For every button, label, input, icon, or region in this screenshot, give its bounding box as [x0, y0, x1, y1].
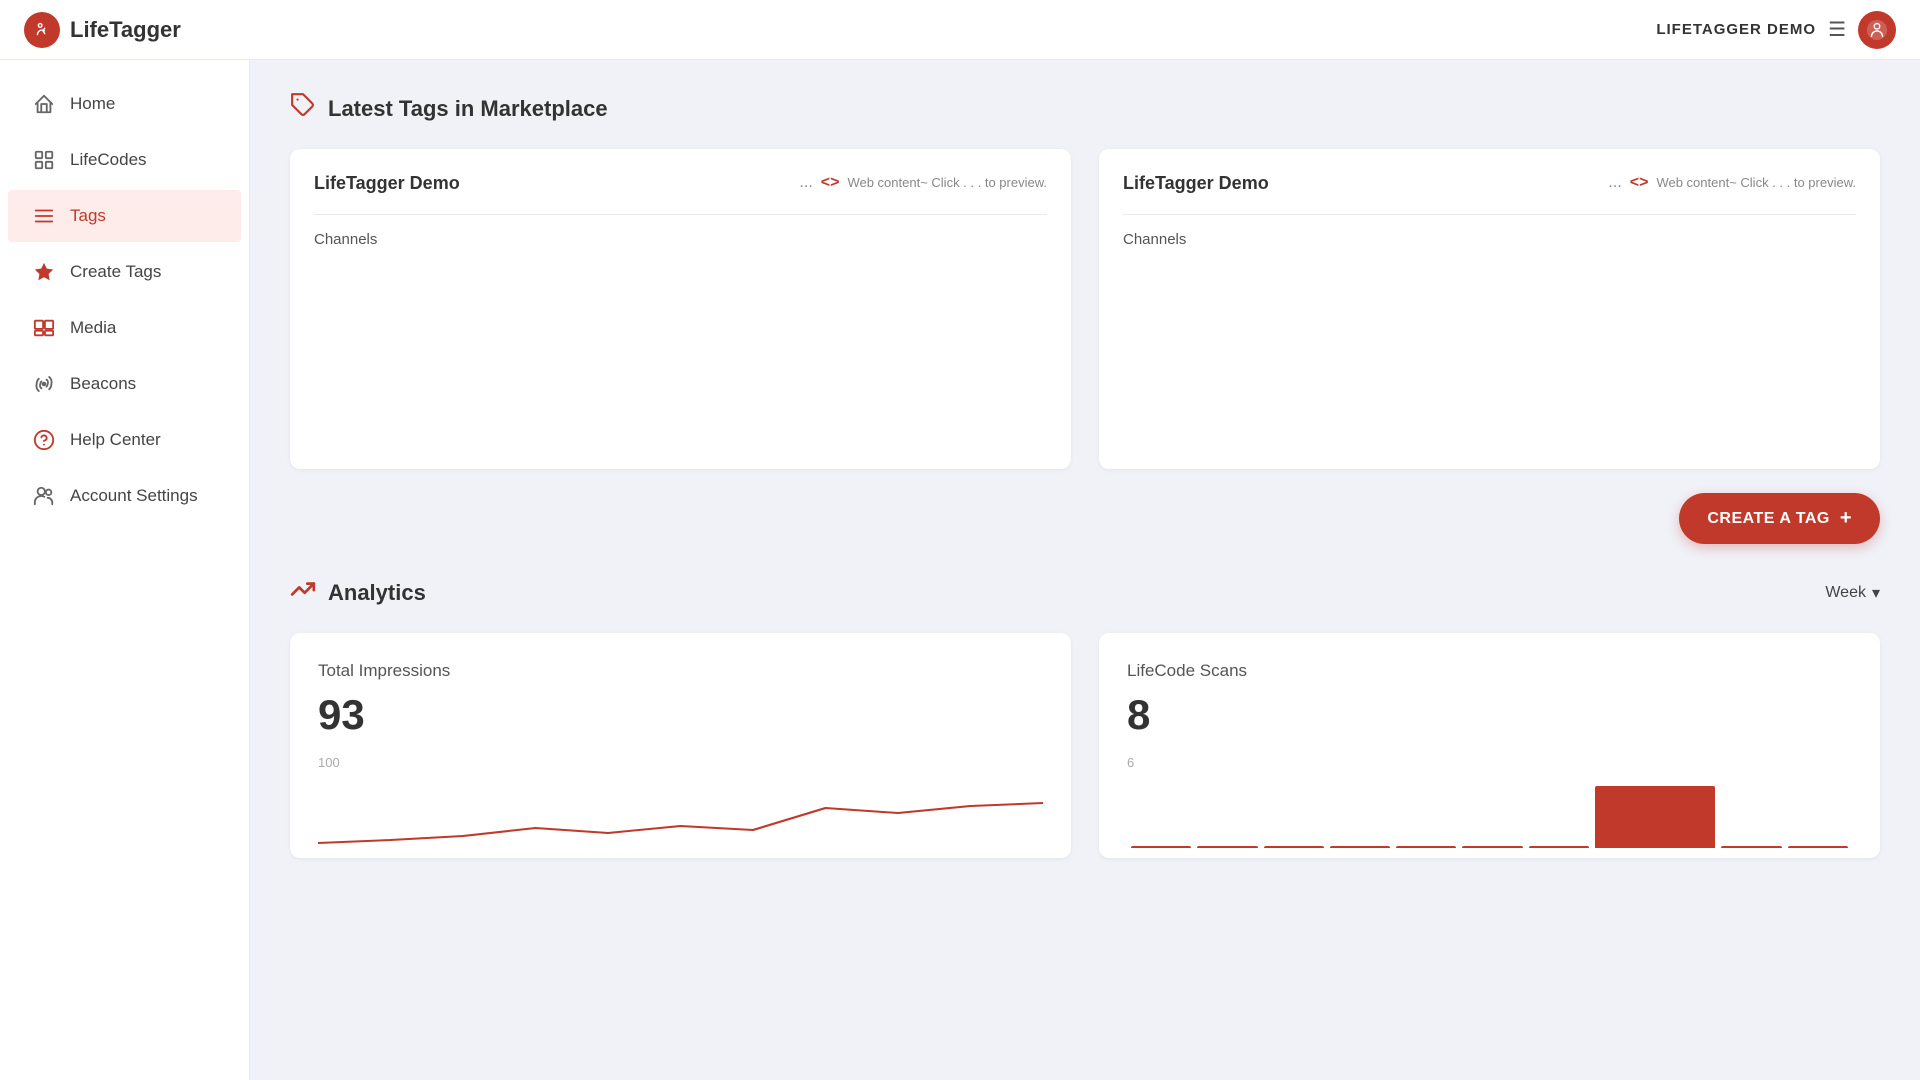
week-selector[interactable]: Week ▾	[1825, 583, 1880, 603]
user-display-name: LIFETAGGER DEMO	[1656, 21, 1816, 38]
bar-8	[1595, 786, 1716, 848]
bar-2	[1197, 846, 1257, 848]
app-header: LifeTagger LIFETAGGER DEMO ☰	[0, 0, 1920, 60]
bar-4	[1330, 846, 1390, 848]
main-content: Latest Tags in Marketplace LifeTagger De…	[250, 60, 1920, 1080]
bar-1	[1131, 846, 1191, 848]
sidebar-label-beacons: Beacons	[70, 374, 136, 394]
bar-3	[1264, 846, 1324, 848]
tag-card-2-title: LifeTagger Demo	[1123, 173, 1269, 194]
lifecode-scans-value: 8	[1127, 691, 1852, 739]
analytics-icon	[290, 576, 316, 609]
sidebar-label-tags: Tags	[70, 206, 106, 226]
sidebar-label-media: Media	[70, 318, 116, 338]
account-settings-icon	[32, 484, 56, 508]
tag-card-2-actions: ... <> Web content~ Click . . . to previ…	[1608, 173, 1856, 193]
sidebar-label-account-settings: Account Settings	[70, 486, 198, 506]
lifecodes-icon	[32, 148, 56, 172]
lifecode-scans-card: LifeCode Scans 8 6	[1099, 633, 1880, 858]
sidebar-item-tags[interactable]: Tags	[8, 190, 241, 242]
tag-card-1-title: LifeTagger Demo	[314, 173, 460, 194]
analytics-section: Analytics Week ▾ Total Impressions 93 10…	[290, 576, 1880, 858]
logo-icon	[24, 12, 60, 48]
tag-card-1-divider	[314, 214, 1047, 215]
user-avatar[interactable]	[1858, 11, 1896, 49]
total-impressions-chart	[318, 778, 1043, 858]
bar-7	[1529, 846, 1589, 848]
bar-5	[1396, 846, 1456, 848]
tag-card-1-channels: Channels	[314, 231, 377, 248]
create-tag-label: CREATE A TAG	[1707, 510, 1829, 528]
tag-card-1-actions: ... <> Web content~ Click . . . to previ…	[799, 173, 1047, 193]
tag-card-1-preview-text: Web content~ Click . . . to preview.	[847, 173, 1047, 193]
sidebar-item-media[interactable]: Media	[8, 302, 241, 354]
tag-card-2-header: LifeTagger Demo ... <> Web content~ Clic…	[1123, 173, 1856, 194]
total-impressions-title: Total Impressions	[318, 661, 1043, 681]
analytics-header-left: Analytics	[290, 576, 426, 609]
lifecode-scans-chart	[1127, 778, 1852, 848]
sidebar-label-help-center: Help Center	[70, 430, 161, 450]
tags-icon	[32, 204, 56, 228]
dropdown-icon: ▾	[1872, 583, 1880, 603]
create-tag-plus-icon: +	[1840, 507, 1852, 530]
analytics-title: Analytics	[328, 580, 426, 606]
tag-card-2-code-icon[interactable]: <>	[1630, 174, 1649, 192]
create-tags-icon	[32, 260, 56, 284]
week-label: Week	[1825, 584, 1866, 602]
bar-10	[1788, 846, 1848, 848]
lifecode-scans-title: LifeCode Scans	[1127, 661, 1852, 681]
marketplace-icon	[290, 92, 316, 125]
total-impressions-scale: 100	[318, 755, 1043, 770]
tag-card-1-code-icon[interactable]: <>	[821, 174, 840, 192]
header-right: LIFETAGGER DEMO ☰	[1656, 11, 1896, 49]
sidebar-item-beacons[interactable]: Beacons	[8, 358, 241, 410]
create-tag-button[interactable]: CREATE A TAG +	[1679, 493, 1880, 544]
app-title: LifeTagger	[70, 17, 181, 43]
media-icon	[32, 316, 56, 340]
analytics-header: Analytics Week ▾	[290, 576, 1880, 609]
home-icon	[32, 92, 56, 116]
sidebar-item-home[interactable]: Home	[8, 78, 241, 130]
marketplace-title: Latest Tags in Marketplace	[328, 96, 608, 122]
marketplace-section-header: Latest Tags in Marketplace	[290, 92, 1880, 125]
sidebar-label-home: Home	[70, 94, 115, 114]
sidebar: Home LifeCodes Tags	[0, 60, 250, 1080]
sidebar-item-lifecodes[interactable]: LifeCodes	[8, 134, 241, 186]
sidebar-item-account-settings[interactable]: Account Settings	[8, 470, 241, 522]
tag-cards-row: LifeTagger Demo ... <> Web content~ Clic…	[290, 149, 1880, 469]
help-center-icon	[32, 428, 56, 452]
tag-card-2-preview-text: Web content~ Click . . . to preview.	[1656, 173, 1856, 193]
tag-card-2-channels: Channels	[1123, 231, 1186, 248]
tag-card-2: LifeTagger Demo ... <> Web content~ Clic…	[1099, 149, 1880, 469]
beacons-icon	[32, 372, 56, 396]
tag-card-1-header: LifeTagger Demo ... <> Web content~ Clic…	[314, 173, 1047, 194]
tag-card-2-dots[interactable]: ...	[1608, 174, 1621, 192]
tag-card-2-divider	[1123, 214, 1856, 215]
sidebar-item-help-center[interactable]: Help Center	[8, 414, 241, 466]
bar-6	[1462, 846, 1522, 848]
create-tag-container: CREATE A TAG +	[290, 493, 1880, 544]
sidebar-label-lifecodes: LifeCodes	[70, 150, 147, 170]
sidebar-item-create-tags[interactable]: Create Tags	[8, 246, 241, 298]
analytics-cards-row: Total Impressions 93 100 LifeCode Scans …	[290, 633, 1880, 858]
tag-card-1-dots[interactable]: ...	[799, 174, 812, 192]
sidebar-label-create-tags: Create Tags	[70, 262, 161, 282]
bar-9	[1721, 846, 1781, 848]
hamburger-icon[interactable]: ☰	[1828, 17, 1846, 42]
logo-container: LifeTagger	[24, 12, 181, 48]
tag-card-1: LifeTagger Demo ... <> Web content~ Clic…	[290, 149, 1071, 469]
total-impressions-value: 93	[318, 691, 1043, 739]
lifecode-scans-scale: 6	[1127, 755, 1852, 770]
total-impressions-card: Total Impressions 93 100	[290, 633, 1071, 858]
